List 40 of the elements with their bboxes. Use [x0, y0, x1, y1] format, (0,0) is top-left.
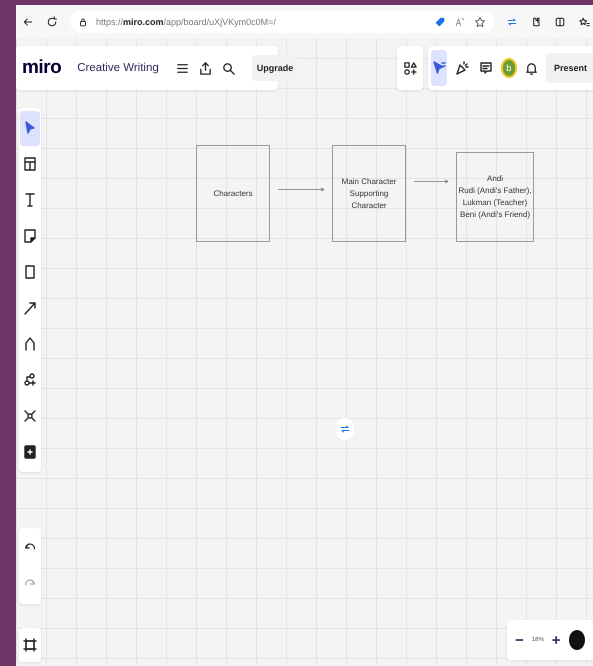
diagram-box[interactable]: Characters [196, 145, 270, 242]
url-text: https://miro.com/app/board/uXjVKym0c0M=/ [96, 16, 276, 26]
frames-icon[interactable] [22, 637, 38, 653]
favorites-icon[interactable] [578, 16, 590, 28]
bell-icon[interactable] [524, 60, 539, 76]
present-button[interactable]: Present [546, 53, 593, 83]
sync-icon[interactable] [339, 423, 351, 435]
zoom-out-button[interactable]: − [513, 632, 526, 648]
search-icon[interactable] [220, 60, 236, 76]
share-icon[interactable] [198, 60, 213, 76]
arrow-icon[interactable] [22, 300, 38, 316]
upgrade-button[interactable]: Upgrade [252, 55, 298, 81]
connector-icon[interactable] [22, 408, 38, 424]
reload-icon[interactable] [46, 16, 58, 28]
node-text: Andi Rudi (Andi's Father), Lukman (Teacher) Beni (Andi's Friend) [458, 173, 532, 221]
shapes-icon[interactable] [402, 60, 418, 76]
mind-map-icon[interactable] [22, 372, 38, 388]
split-screen-icon[interactable] [554, 16, 566, 28]
zoom-in-button[interactable]: + [550, 632, 563, 648]
tag-icon[interactable] [434, 16, 446, 28]
node-text: Main Character Supporting Character [342, 176, 396, 212]
star-icon[interactable] [474, 16, 486, 28]
back-icon[interactable] [22, 16, 34, 28]
cursor-icon[interactable] [431, 60, 448, 76]
board-title[interactable]: Creative Writing [77, 62, 159, 74]
sync-icon[interactable] [506, 16, 518, 28]
read-aloud-icon[interactable] [454, 16, 466, 28]
diagram-box[interactable]: Main Character Supporting Character [332, 145, 406, 242]
party-popper-icon[interactable] [454, 60, 470, 76]
frame-icon[interactable] [22, 156, 38, 172]
logo[interactable]: miro [22, 57, 62, 79]
sticky-note-icon[interactable] [22, 228, 38, 244]
address-bar[interactable]: https://miro.com/app/board/uXjVKym0c0M=/ [70, 10, 494, 32]
comment-icon[interactable] [478, 60, 494, 76]
connector-arrow[interactable] [414, 179, 448, 184]
connector-arrow[interactable] [278, 187, 324, 192]
lock-icon [78, 16, 88, 26]
diagram-box[interactable]: Andi Rudi (Andi's Father), Lukman (Teacher) Beni (Andi's Friend) [456, 152, 534, 242]
plus-icon[interactable] [22, 444, 38, 460]
node-text: Characters [213, 188, 253, 200]
